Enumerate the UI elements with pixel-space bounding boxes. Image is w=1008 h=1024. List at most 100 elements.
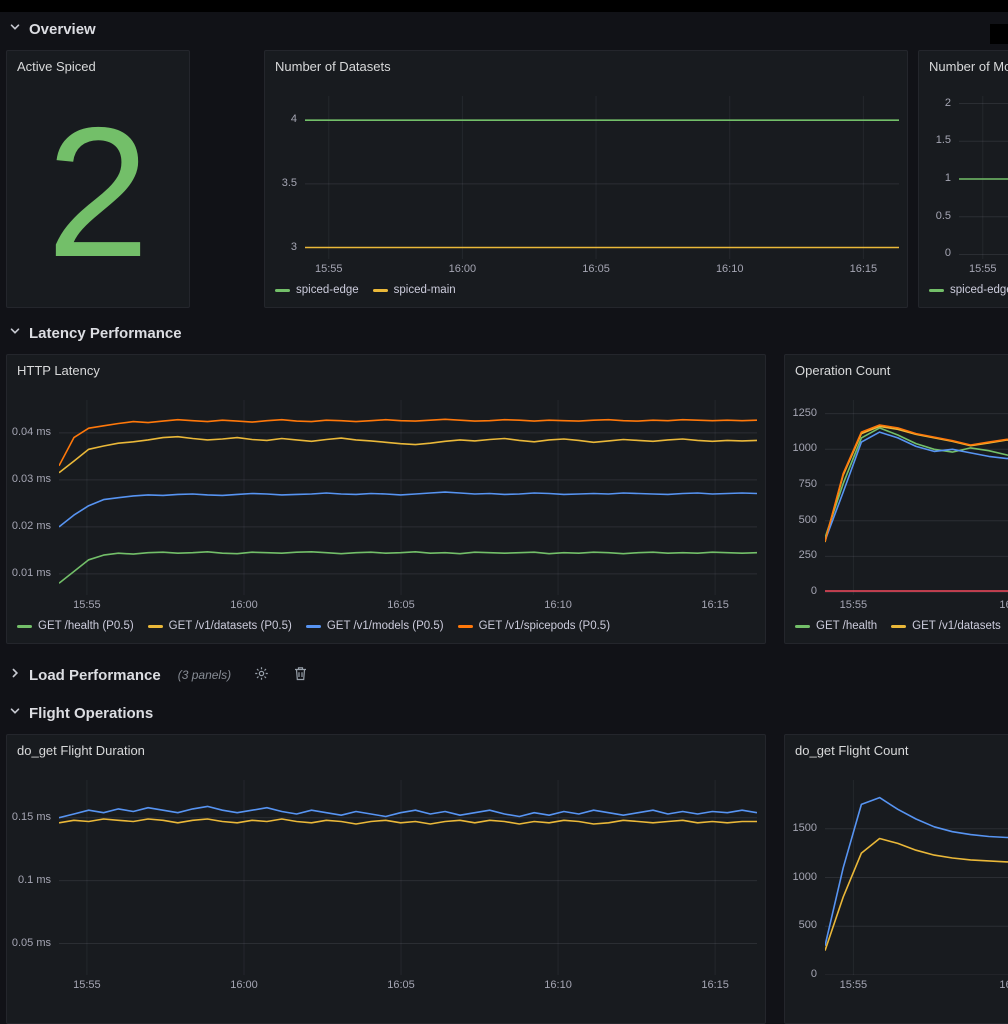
- x-axis-label: 15:55: [953, 263, 1008, 275]
- panel-do-get-flight-duration: do_get Flight Duration 0.15 ms0.1 ms0.05…: [6, 734, 766, 1024]
- y-axis-label: 0: [811, 585, 817, 597]
- chart-http-latency: 0.04 ms0.03 ms0.02 ms0.01 ms 15:5516:001…: [7, 400, 757, 635]
- chart-canvas[interactable]: [959, 96, 1008, 259]
- y-axis-label: 0.01 ms: [12, 567, 51, 579]
- trash-icon: [294, 666, 307, 684]
- legend-item[interactable]: GET /v1/models (P0.5): [306, 620, 444, 632]
- y-axis-label: 1250: [793, 407, 817, 419]
- panel-title[interactable]: Active Spiced: [17, 59, 96, 74]
- x-axis: 15:5516:0016:0516:1016:15: [825, 599, 1008, 615]
- panel-number-of-models: Number of Models 21.510.50 15:5516:0016:…: [918, 50, 1008, 308]
- y-axis: 0.04 ms0.03 ms0.02 ms0.01 ms: [7, 400, 59, 595]
- series-line: [825, 432, 1008, 541]
- legend-item[interactable]: GET /health (P0.5): [17, 620, 134, 632]
- chart-canvas[interactable]: [825, 780, 1008, 975]
- panel-number-of-datasets: Number of Datasets 43.53 15:5516:0016:05…: [264, 50, 908, 308]
- chevron-down-icon: [8, 20, 22, 39]
- plot-area[interactable]: [305, 96, 899, 259]
- series-line: [59, 492, 757, 527]
- panel-title[interactable]: do_get Flight Count: [795, 743, 908, 758]
- y-axis-label: 0.15 ms: [12, 811, 51, 823]
- panel-title[interactable]: HTTP Latency: [17, 363, 100, 378]
- y-axis-label: 0.1 ms: [18, 874, 51, 886]
- y-axis-label: 0.04 ms: [12, 426, 51, 438]
- chart-canvas[interactable]: [825, 400, 1008, 595]
- legend-color-dash: [17, 625, 32, 628]
- section-settings-button[interactable]: [254, 666, 269, 684]
- legend-color-dash: [373, 289, 388, 292]
- x-axis-label: 16:10: [528, 979, 588, 991]
- y-axis-label: 500: [799, 919, 817, 931]
- legend-color-dash: [275, 289, 290, 292]
- plot-area[interactable]: [825, 400, 1008, 595]
- y-axis-label: 0.03 ms: [12, 473, 51, 485]
- legend-color-dash: [929, 289, 944, 292]
- chevron-down-icon: [8, 704, 22, 723]
- chart-number-of-models: 21.510.50 15:5516:0016:0516:1016:15 spic…: [919, 96, 1008, 299]
- panel-active-spiced: Active Spiced 2: [6, 50, 190, 308]
- legend: spiced-edge: [929, 281, 1008, 299]
- legend: [795, 997, 1008, 1015]
- x-axis-label: 16:05: [371, 979, 431, 991]
- legend-label: spiced-main: [394, 284, 456, 296]
- legend-item[interactable]: spiced-main: [373, 284, 456, 296]
- legend: [17, 997, 757, 1015]
- plot-area[interactable]: [59, 780, 757, 975]
- y-axis-label: 2: [945, 97, 951, 109]
- x-axis-label: 16:15: [685, 979, 745, 991]
- x-axis-label: 16:00: [214, 979, 274, 991]
- legend-item[interactable]: GET /v1/datasets (P0.5): [148, 620, 292, 632]
- panel-operation-count: Operation Count 125010007505002500 15:55…: [784, 354, 1008, 644]
- y-axis-label: 3: [291, 241, 297, 253]
- x-axis-label: 16:10: [700, 263, 760, 275]
- panel-title[interactable]: Number of Datasets: [275, 59, 391, 74]
- y-axis-label: 1000: [793, 442, 817, 454]
- chart-canvas[interactable]: [305, 96, 899, 259]
- chart-operation-count: 125010007505002500 15:5516:0016:0516:101…: [785, 400, 1008, 635]
- legend-color-dash: [458, 625, 473, 628]
- plot-area[interactable]: [825, 780, 1008, 975]
- chevron-right-icon: [8, 666, 22, 685]
- section-header-load-performance[interactable]: Load Performance (3 panels): [8, 662, 307, 688]
- x-axis: 15:5516:0016:0516:1016:15: [305, 263, 899, 279]
- y-axis-label: 1.5: [936, 134, 951, 146]
- section-header-flight-operations[interactable]: Flight Operations: [8, 700, 153, 726]
- x-axis-label: 16:00: [983, 599, 1008, 611]
- legend-item[interactable]: GET /health: [795, 620, 877, 632]
- plot-area[interactable]: [959, 96, 1008, 259]
- y-axis-label: 250: [799, 549, 817, 561]
- chart-do-get-flight-count: 150010005000 15:5516:0016:0516:1016:15: [785, 780, 1008, 1015]
- x-axis-label: 16:00: [983, 979, 1008, 991]
- legend-item[interactable]: spiced-edge: [275, 284, 359, 296]
- legend-label: GET /v1/datasets (P0.5): [169, 620, 292, 632]
- section-header-overview[interactable]: Overview: [8, 16, 96, 42]
- top-window-strip: [0, 0, 1008, 12]
- legend: spiced-edge spiced-main: [275, 281, 899, 299]
- y-axis: 125010007505002500: [785, 400, 825, 595]
- section-header-latency-performance[interactable]: Latency Performance: [8, 320, 182, 346]
- y-axis: 150010005000: [785, 780, 825, 975]
- panel-title[interactable]: Operation Count: [795, 363, 890, 378]
- legend-color-dash: [795, 625, 810, 628]
- y-axis-label: 750: [799, 478, 817, 490]
- legend-item[interactable]: GET /v1/datasets: [891, 620, 1001, 632]
- chevron-down-icon: [8, 324, 22, 343]
- y-axis: 21.510.50: [919, 96, 959, 259]
- chart-canvas[interactable]: [59, 400, 757, 595]
- plot-area[interactable]: [59, 400, 757, 595]
- series-line: [59, 437, 757, 473]
- x-axis-label: 16:15: [685, 599, 745, 611]
- chart-canvas[interactable]: [59, 780, 757, 975]
- y-axis-label: 3.5: [282, 177, 297, 189]
- panel-title[interactable]: Number of Models: [929, 59, 1008, 74]
- x-axis-label: 16:00: [432, 263, 492, 275]
- y-axis-label: 0.5: [936, 210, 951, 222]
- legend: GET /health (P0.5) GET /v1/datasets (P0.5…: [17, 617, 757, 635]
- panel-title[interactable]: do_get Flight Duration: [17, 743, 145, 758]
- legend-item[interactable]: spiced-edge: [929, 284, 1008, 296]
- legend-label: GET /v1/datasets: [912, 620, 1001, 632]
- section-delete-button[interactable]: [294, 666, 307, 684]
- x-axis-label: 15:55: [823, 599, 883, 611]
- y-axis: 43.53: [265, 96, 305, 259]
- legend-item[interactable]: GET /v1/spicepods (P0.5): [458, 620, 610, 632]
